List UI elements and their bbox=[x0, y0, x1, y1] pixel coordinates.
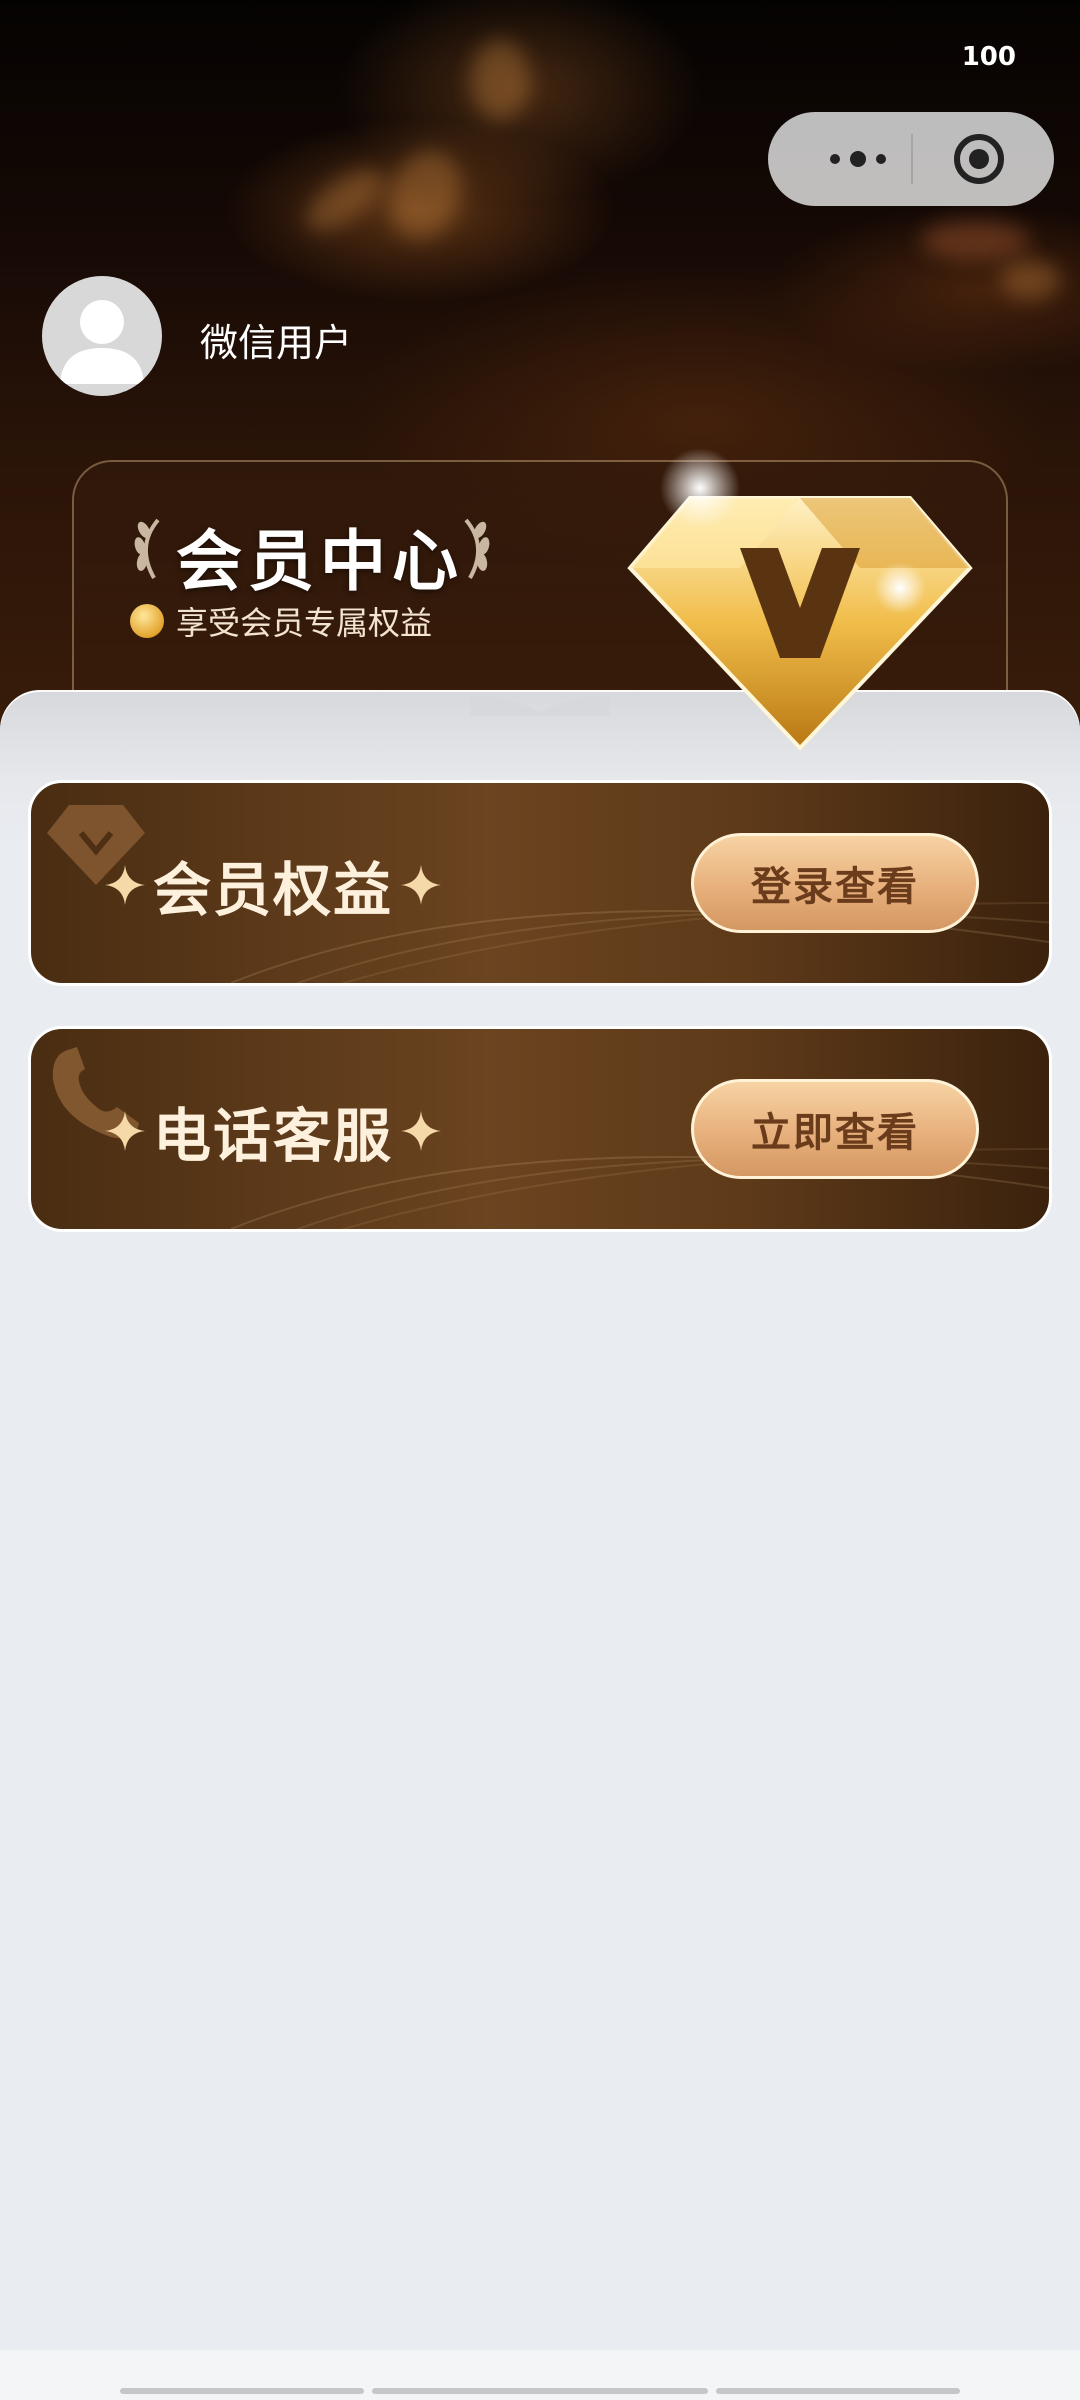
panel-notch bbox=[470, 696, 610, 716]
vip-subtitle-row: 享受会员专属权益 bbox=[130, 598, 432, 644]
sparkle-icon bbox=[401, 865, 442, 905]
vip-center-title: 会员中心 bbox=[176, 523, 464, 600]
card-label: 电话客服 bbox=[153, 1102, 394, 1170]
bottom-indicator bbox=[716, 2388, 960, 2394]
card-label-row: 会员权益 bbox=[103, 843, 443, 927]
laurel-right-icon bbox=[464, 518, 490, 579]
sparkle-icon bbox=[401, 1111, 442, 1151]
laurel-left-icon bbox=[134, 518, 160, 579]
default-avatar-icon[interactable] bbox=[42, 276, 162, 396]
sparkle-icon bbox=[105, 1111, 145, 1151]
vip-subtitle: 享受会员专属权益 bbox=[176, 604, 433, 642]
bottom-indicator bbox=[120, 2388, 364, 2394]
view-now-button[interactable]: 立即查看 bbox=[691, 1079, 979, 1179]
more-dots-icon[interactable] bbox=[808, 112, 908, 206]
coin-icon bbox=[130, 604, 164, 638]
diamond-v-icon bbox=[627, 448, 973, 751]
sparkle-icon bbox=[105, 865, 145, 905]
membership-benefits-card[interactable]: 会员权益 登录查看 bbox=[28, 780, 1052, 986]
card-label-row: 电话客服 bbox=[103, 1089, 443, 1173]
battery-level: 100 bbox=[961, 42, 1016, 72]
login-view-button[interactable]: 登录查看 bbox=[691, 833, 979, 933]
target-circle-icon[interactable] bbox=[954, 134, 1004, 184]
capsule-divider bbox=[911, 134, 913, 184]
user-name: 微信用户 bbox=[200, 321, 353, 365]
bottom-indicator bbox=[372, 2388, 708, 2394]
miniprogram-capsule bbox=[768, 112, 1054, 206]
phone-service-card[interactable]: 电话客服 立即查看 bbox=[28, 1026, 1052, 1232]
card-label: 会员权益 bbox=[153, 856, 394, 924]
